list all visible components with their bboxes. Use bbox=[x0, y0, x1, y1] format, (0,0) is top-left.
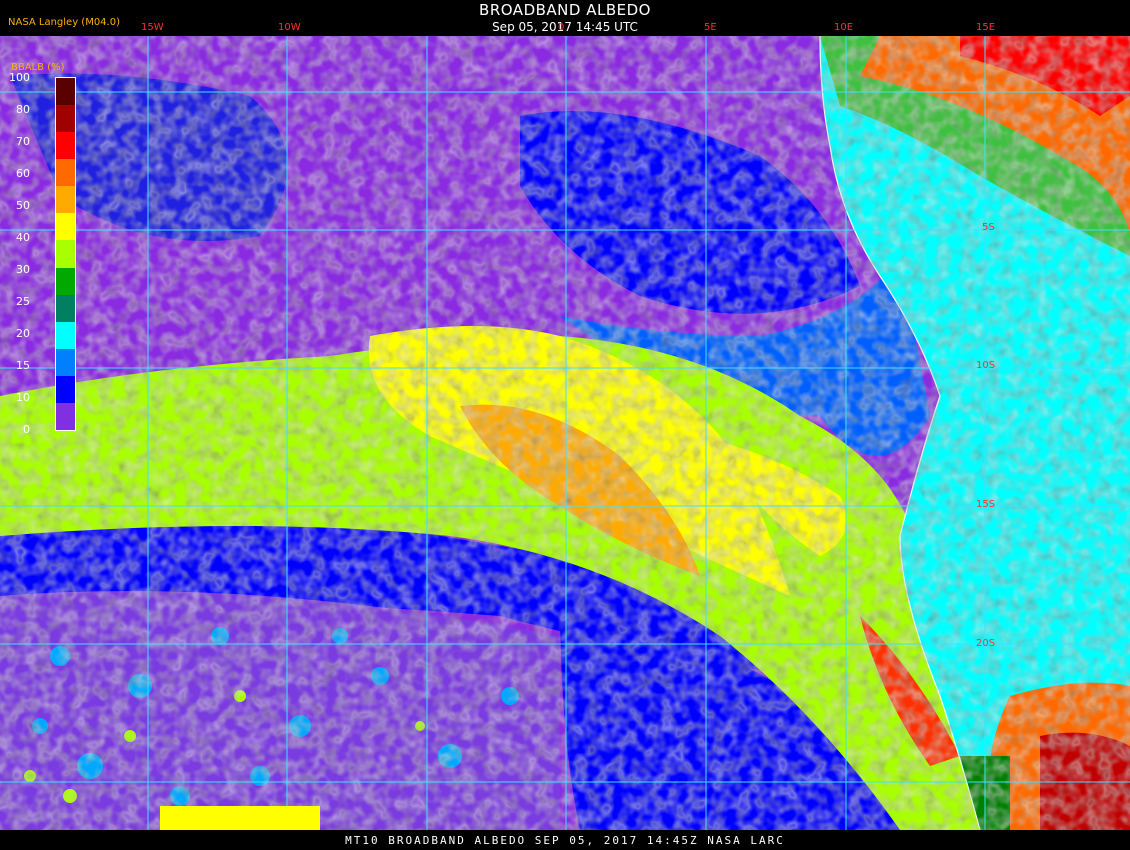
legend-swatch bbox=[56, 105, 75, 133]
bright-patch-bottom bbox=[160, 806, 320, 830]
lat-label-20s: 20S bbox=[976, 638, 996, 649]
legend-tick-label: 30 bbox=[16, 263, 30, 276]
lon-label-15w: 15W bbox=[141, 22, 164, 33]
lon-label-10e: 10E bbox=[834, 22, 854, 33]
legend-swatch bbox=[56, 402, 75, 431]
legend-tick-label: 10 bbox=[16, 391, 30, 404]
legend-swatch bbox=[56, 294, 75, 323]
lon-label-15e: 15E bbox=[976, 22, 996, 33]
lat-label-5s: 5S bbox=[982, 222, 995, 233]
albedo-map bbox=[0, 36, 1130, 830]
texture-overlay bbox=[0, 36, 1130, 830]
legend-swatch bbox=[56, 186, 75, 214]
legend-swatch bbox=[56, 213, 75, 241]
lon-label-10w: 10W bbox=[278, 22, 301, 33]
image-datetime: Sep 05, 2017 14:45 UTC bbox=[492, 20, 638, 34]
legend-tick-label: 60 bbox=[16, 167, 30, 180]
legend-tick-label: 0 bbox=[23, 423, 30, 436]
lat-label-15s: 15S bbox=[976, 499, 996, 510]
legend-tick-label: 25 bbox=[16, 295, 30, 308]
lat-label-10s: 10S bbox=[976, 360, 996, 371]
lon-label-0: 0 bbox=[558, 22, 565, 33]
legend-tick-label: 80 bbox=[16, 103, 30, 116]
legend-swatch bbox=[56, 267, 75, 296]
legend-swatch bbox=[56, 78, 75, 106]
albedo-map-svg bbox=[0, 36, 1130, 830]
legend-tick-label: 15 bbox=[16, 359, 30, 372]
legend-tick-label: 50 bbox=[16, 199, 30, 212]
legend-swatch bbox=[56, 159, 75, 187]
legend-swatch bbox=[56, 132, 75, 160]
legend-tick-label: 20 bbox=[16, 327, 30, 340]
legend-swatch bbox=[56, 240, 75, 269]
legend-swatch bbox=[56, 321, 75, 350]
footer-caption: MT10 BROADBAND ALBEDO SEP 05, 2017 14:45… bbox=[345, 834, 785, 847]
legend-swatch bbox=[56, 375, 75, 404]
legend-swatch bbox=[56, 348, 75, 377]
color-legend bbox=[55, 77, 76, 431]
header: NASA Langley (M04.0) BROADBAND ALBEDO Se… bbox=[0, 0, 1130, 36]
image-title: BROADBAND ALBEDO bbox=[479, 1, 651, 19]
lon-label-5e: 5E bbox=[704, 22, 717, 33]
legend-tick-label: 70 bbox=[16, 135, 30, 148]
legend-tick-label: 40 bbox=[16, 231, 30, 244]
footer: MT10 BROADBAND ALBEDO SEP 05, 2017 14:45… bbox=[0, 830, 1130, 850]
legend-tick-label: 100 bbox=[9, 71, 30, 84]
